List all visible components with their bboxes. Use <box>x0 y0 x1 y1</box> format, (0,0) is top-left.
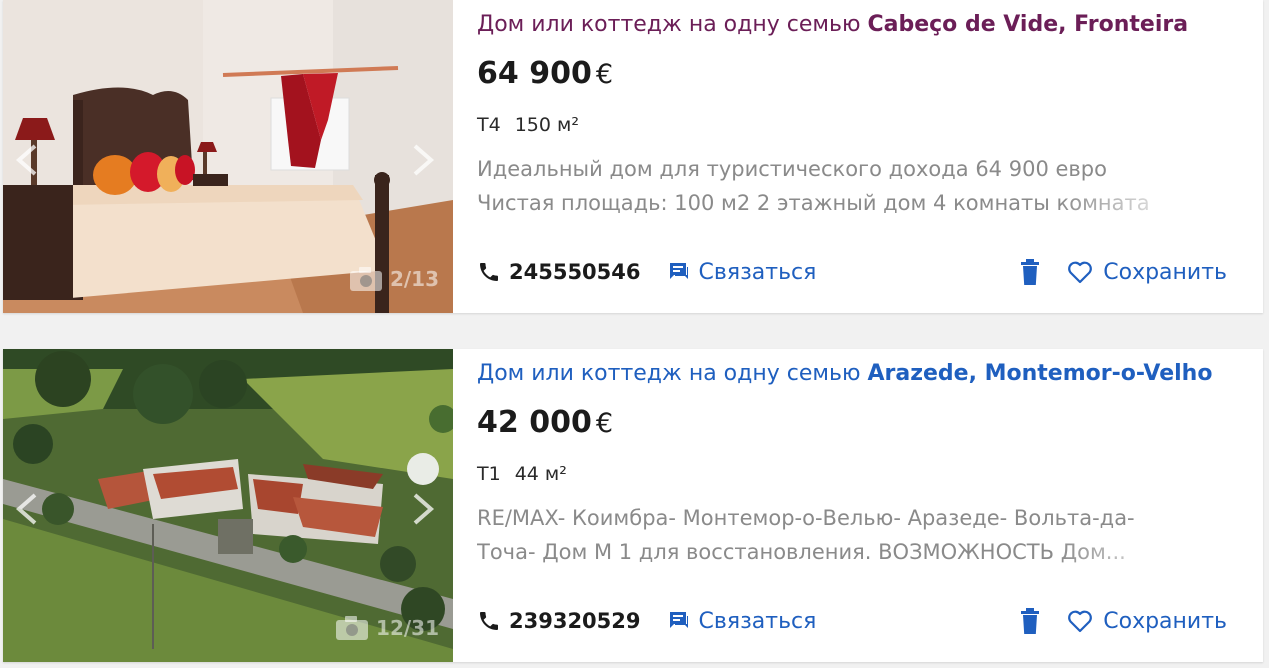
listing-photo[interactable]: 2/13 <box>3 0 453 313</box>
chat-icon <box>669 612 688 628</box>
description-line: RE/MAX- Коимбра- Монтемор-о-Велью- Аразе… <box>477 506 1135 530</box>
phone-icon <box>480 263 498 281</box>
description-line: Точа- Дом М 1 для восстановления. ВОЗМОЖ… <box>477 535 1197 569</box>
listing-actions: 239320529 Связаться Сохранить <box>477 603 1227 639</box>
phone-button[interactable]: 245550546 <box>477 260 641 284</box>
chevron-right-icon[interactable] <box>405 489 441 529</box>
listing-title-link[interactable]: Дом или коттедж на одну семью Arazede, M… <box>477 361 1212 386</box>
chevron-left-icon[interactable] <box>9 489 45 529</box>
price-currency: € <box>595 408 614 439</box>
listing-type: Дом или коттедж на одну семью <box>477 12 868 37</box>
phone-button[interactable]: 239320529 <box>477 609 641 633</box>
listing-card[interactable]: 2/13 Дом или коттедж на одну семью Cabeç… <box>3 0 1263 313</box>
listing-description: Идеальный дом для туристического дохода … <box>477 152 1197 222</box>
photo-counter-text: 12/31 <box>376 616 439 640</box>
listing-type: Дом или коттедж на одну семью <box>477 361 868 386</box>
phone-icon <box>480 612 498 630</box>
photo-counter: 12/31 <box>334 614 439 642</box>
trash-icon[interactable] <box>1019 608 1041 634</box>
listing-photo[interactable]: 12/31 <box>3 349 453 662</box>
listing-actions: 245550546 Связаться Сохранить <box>477 254 1227 290</box>
listing-details: T1 44 м² <box>477 463 567 485</box>
listing-price: 64 900 € <box>477 56 613 91</box>
listing-location: Cabeço de Vide, Fronteira <box>867 12 1189 37</box>
contact-button[interactable]: Связаться <box>667 608 817 634</box>
area-label: 150 м² <box>514 114 579 136</box>
description-line: Чистая площадь: 100 м2 2 этажный дом 4 к… <box>477 186 1197 220</box>
listing-info: Дом или коттедж на одну семью Arazede, M… <box>453 349 1263 662</box>
photo-counter-text: 2/13 <box>389 267 439 291</box>
save-label: Сохранить <box>1103 259 1227 285</box>
heart-icon <box>1068 610 1093 633</box>
area-label: 44 м² <box>514 463 567 485</box>
price-value: 42 000 <box>477 405 592 440</box>
price-currency: € <box>595 59 614 90</box>
description-line: Идеальный дом для туристического дохода … <box>477 157 1107 181</box>
chevron-left-icon[interactable] <box>9 140 45 180</box>
listing-details: T4 150 м² <box>477 114 579 136</box>
price-value: 64 900 <box>477 56 592 91</box>
listing-location: Arazede, Montemor-o-Velho <box>867 361 1213 386</box>
rooms-label: T1 <box>477 463 501 485</box>
listing-info: Дом или коттедж на одну семью Cabeço de … <box>453 0 1263 313</box>
chat-icon <box>669 263 688 279</box>
listing-description: RE/MAX- Коимбра- Монтемор-о-Велью- Аразе… <box>477 501 1197 571</box>
photo-counter: 2/13 <box>348 265 439 293</box>
listing-card[interactable]: 12/31 Дом или коттедж на одну семью Araz… <box>3 349 1263 662</box>
rooms-label: T4 <box>477 114 501 136</box>
listing-title-link[interactable]: Дом или коттедж на одну семью Cabeço de … <box>477 12 1188 37</box>
chevron-right-icon[interactable] <box>405 140 441 180</box>
camera-icon <box>336 616 369 640</box>
contact-label: Связаться <box>698 608 817 634</box>
phone-number: 245550546 <box>509 260 641 284</box>
save-button[interactable]: Сохранить <box>1067 609 1227 634</box>
camera-icon <box>349 267 382 291</box>
listing-price: 42 000 € <box>477 405 613 440</box>
save-label: Сохранить <box>1103 608 1227 634</box>
contact-label: Связаться <box>698 259 817 285</box>
save-button[interactable]: Сохранить <box>1067 260 1227 285</box>
phone-number: 239320529 <box>509 609 641 633</box>
heart-icon <box>1068 261 1093 284</box>
contact-button[interactable]: Связаться <box>667 259 817 285</box>
trash-icon[interactable] <box>1019 259 1041 285</box>
